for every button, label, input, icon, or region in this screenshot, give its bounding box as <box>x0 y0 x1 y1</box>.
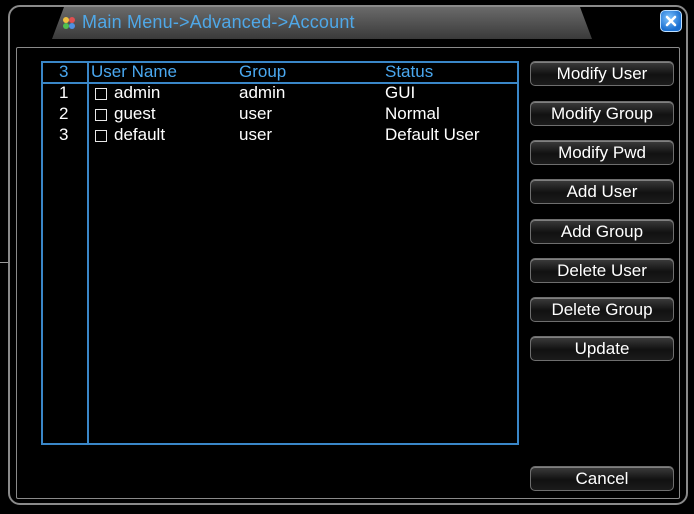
row-status: Default User <box>385 125 480 144</box>
user-table: 3 User Name Group Status 1 admin admin G… <box>41 61 519 445</box>
cancel-button[interactable]: Cancel <box>530 466 674 491</box>
row-number: 1 <box>59 83 69 102</box>
header-user-name[interactable]: User Name <box>91 62 177 82</box>
row-user-name: admin <box>114 83 161 102</box>
window-title: Main Menu->Advanced->Account <box>82 12 355 32</box>
row-group: admin <box>239 83 286 102</box>
row-status: GUI <box>385 83 416 102</box>
header-group[interactable]: Group <box>239 62 286 82</box>
delete-user-button[interactable]: Delete User <box>530 258 674 283</box>
close-button[interactable] <box>660 10 682 32</box>
row-group: user <box>239 104 273 123</box>
row-checkbox[interactable] <box>95 130 107 142</box>
table-column-divider <box>87 63 89 443</box>
user-count: 3 <box>59 62 69 81</box>
menu-icon <box>63 17 75 29</box>
header-status[interactable]: Status <box>385 62 433 82</box>
modify-user-button[interactable]: Modify User <box>530 61 674 86</box>
row-checkbox[interactable] <box>95 109 107 121</box>
row-group: user <box>239 125 273 144</box>
row-number: 2 <box>59 104 69 123</box>
row-status: Normal <box>385 104 440 123</box>
modify-group-button[interactable]: Modify Group <box>530 101 674 126</box>
close-icon <box>665 15 677 27</box>
row-user-name: default <box>114 125 166 144</box>
row-user-name: guest <box>114 104 156 123</box>
account-dialog: Main Menu->Advanced->Account 3 User Name… <box>8 5 688 505</box>
modify-pwd-button[interactable]: Modify Pwd <box>530 140 674 165</box>
add-group-button[interactable]: Add Group <box>530 219 674 244</box>
delete-group-button[interactable]: Delete Group <box>530 297 674 322</box>
update-button[interactable]: Update <box>530 336 674 361</box>
row-number: 3 <box>59 125 69 144</box>
row-checkbox[interactable] <box>95 88 107 100</box>
add-user-button[interactable]: Add User <box>530 179 674 204</box>
edge-tick <box>0 262 8 263</box>
title-bar: Main Menu->Advanced->Account <box>52 7 592 39</box>
